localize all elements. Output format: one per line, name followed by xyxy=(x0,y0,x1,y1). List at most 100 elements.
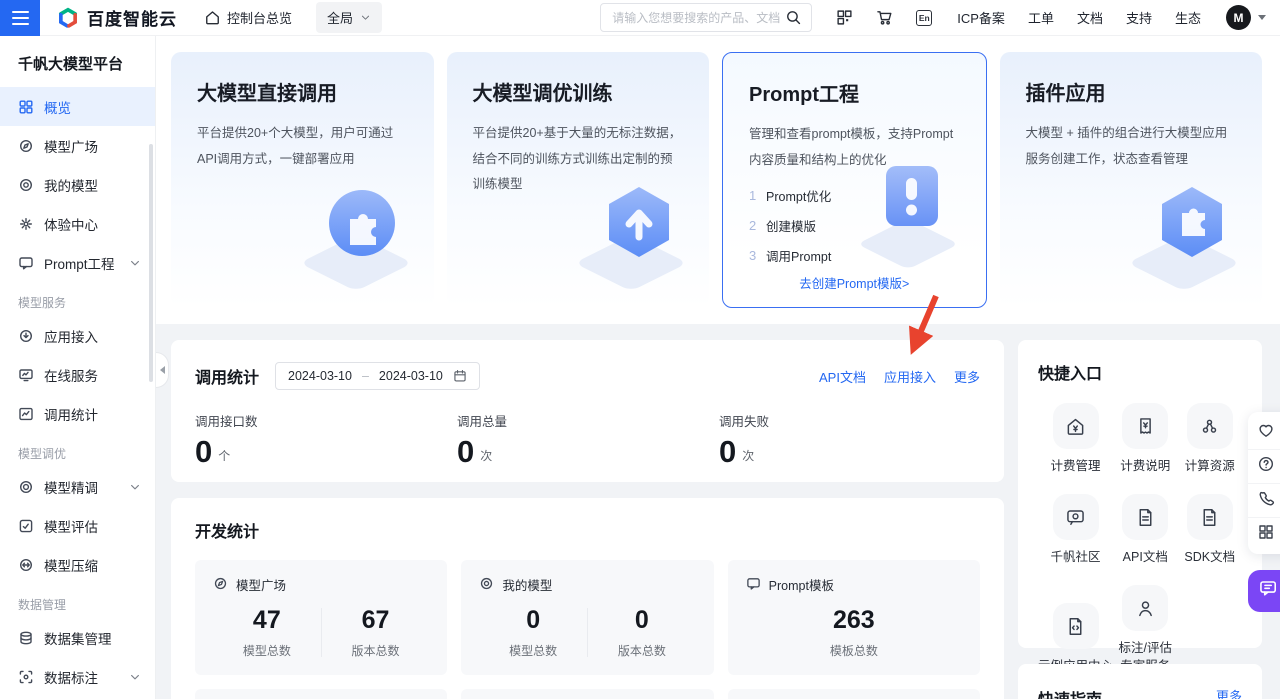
quick-entry-compute-resources[interactable]: 计算资源 xyxy=(1185,403,1235,475)
compass-icon xyxy=(213,576,228,594)
nav-link-ticket[interactable]: 工单 xyxy=(1028,8,1054,27)
promo-desc: 大模型 + 插件的组合进行大模型应用服务创建工作，状态查看管理 xyxy=(1026,121,1237,172)
nav-link-docs[interactable]: 文档 xyxy=(1077,8,1103,27)
favorites-button[interactable] xyxy=(1248,415,1280,449)
quick-entry-api-docs[interactable]: API文档 xyxy=(1122,494,1168,566)
nav-link-icp[interactable]: ICP备案 xyxy=(957,8,1005,27)
promo-title: 大模型调优训练 xyxy=(473,77,684,106)
person-icon xyxy=(1122,585,1168,631)
sidebar-item-experience-center[interactable]: 体验中心 xyxy=(0,204,155,243)
promo-title: Prompt工程 xyxy=(749,78,960,107)
phone-button[interactable] xyxy=(1248,483,1280,517)
compress-icon xyxy=(18,557,34,573)
date-range-picker[interactable]: 2024-03-10 – 2024-03-10 xyxy=(275,362,480,390)
scope-dropdown[interactable]: 全局 xyxy=(316,2,382,33)
search-icon[interactable] xyxy=(785,9,802,26)
apps-button[interactable] xyxy=(1248,517,1280,551)
promo-card-prompt-engineering[interactable]: Prompt工程 管理和查看prompt模板，支持Prompt内容质量和结构上的… xyxy=(722,52,987,308)
quick-entry-expert-service[interactable]: 标注/评估专家服务 xyxy=(1119,585,1172,675)
brand[interactable]: 百度智能云 xyxy=(57,5,177,30)
qr-code-icon[interactable] xyxy=(836,9,853,26)
tile-my-models[interactable]: 我的模型 0模型总数 0版本总数 xyxy=(461,560,713,675)
tile-prompt-templates[interactable]: Prompt模板 263模板总数 xyxy=(728,560,980,675)
promo-card-direct-call[interactable]: 大模型直接调用 平台提供20+个大模型，用户可通过API调用方式，一键部署应用 xyxy=(171,52,434,308)
tile-model-market[interactable]: 模型广场 47模型总数 67版本总数 xyxy=(195,560,447,675)
community-chat-icon xyxy=(1053,494,1099,540)
chevron-down-icon xyxy=(129,481,141,493)
quick-guide-more-link[interactable]: 更多 xyxy=(1216,686,1242,699)
main-content: 大模型直接调用 平台提供20+个大模型，用户可通过API调用方式，一键部署应用 … xyxy=(156,36,1280,699)
stat-call-interfaces: 调用接口数 0个 xyxy=(195,411,457,467)
quick-entry-qianfan-community[interactable]: 千帆社区 xyxy=(1051,494,1101,566)
sidebar-item-model-finetune[interactable]: 模型精调 xyxy=(0,467,155,506)
baidu-cloud-logo-icon xyxy=(57,7,79,29)
tile-sft[interactable]: SFT xyxy=(728,689,980,699)
sidebar-item-my-models[interactable]: 我的模型 xyxy=(0,165,155,204)
compass-icon xyxy=(18,138,34,154)
prompt-steps: 1Prompt优化 2创建模版 3调用Prompt xyxy=(749,186,960,265)
dev-statistics-title: 开发统计 xyxy=(195,518,980,542)
call-statistics-card: 调用统计 2024-03-10 – 2024-03-10 API文档 应用接入 … xyxy=(171,340,1004,482)
quick-entry-sdk-docs[interactable]: SDK文档 xyxy=(1184,494,1235,566)
call-statistics-title: 调用统计 xyxy=(195,364,259,388)
nodes-icon xyxy=(1187,403,1233,449)
sidebar-item-model-evaluation[interactable]: 模型评估 xyxy=(0,506,155,545)
api-docs-link[interactable]: API文档 xyxy=(819,367,866,386)
sidebar: 千帆大模型平台 概览 模型广场 我的模型 体验中心 Prompt工程 模型服务 … xyxy=(0,36,156,699)
scan-dot-icon xyxy=(18,669,34,685)
tile-online-service[interactable]: 在线服务 xyxy=(195,689,447,699)
brand-name: 百度智能云 xyxy=(87,5,177,30)
chat-support-button[interactable] xyxy=(1248,570,1280,612)
quick-guide-card: 快速指南 更多 xyxy=(1018,664,1262,699)
sidebar-item-call-statistics[interactable]: 调用统计 xyxy=(0,394,155,433)
top-navbar: 百度智能云 控制台总览 全局 En ICP备案 工单 文档 支持 生态 M xyxy=(0,0,1280,36)
nav-links: ICP备案 工单 文档 支持 生态 xyxy=(957,8,1201,27)
step-item: 2创建模版 xyxy=(749,216,960,235)
chevron-left-icon xyxy=(160,366,165,374)
promo-card-tuning-training[interactable]: 大模型调优训练 平台提供20+基于大量的无标注数据，结合不同的训练方式训练出定制… xyxy=(447,52,710,308)
app-access-link[interactable]: 应用接入 xyxy=(884,367,936,386)
sidebar-item-online-service[interactable]: 在线服务 xyxy=(0,355,155,394)
more-link[interactable]: 更多 xyxy=(954,367,980,386)
avatar[interactable]: M xyxy=(1226,5,1251,30)
quick-entry-billing-management[interactable]: 计费管理 xyxy=(1051,403,1101,475)
document-icon xyxy=(1122,494,1168,540)
quick-entry-billing-info[interactable]: 计费说明 xyxy=(1120,403,1170,475)
sidebar-item-dataset-management[interactable]: 数据集管理 xyxy=(0,618,155,657)
sidebar-item-overview[interactable]: 概览 xyxy=(0,87,155,126)
search-input[interactable] xyxy=(612,11,785,25)
chat-icon xyxy=(1258,578,1279,604)
account-menu[interactable]: M xyxy=(1226,5,1266,30)
sidebar-item-app-access[interactable]: 应用接入 xyxy=(0,316,155,355)
promo-title: 大模型直接调用 xyxy=(197,77,408,106)
chevron-down-icon xyxy=(360,12,371,23)
sidebar-scrollbar[interactable] xyxy=(149,144,153,382)
sidebar-item-data-annotation[interactable]: 数据标注 xyxy=(0,657,155,696)
quick-entry-card: 快捷入口 计费管理 计费说明 计算资源 xyxy=(1018,340,1262,648)
console-overview-link[interactable]: 控制台总览 xyxy=(204,8,292,27)
home-icon xyxy=(204,9,221,26)
step-item: 1Prompt优化 xyxy=(749,186,960,205)
nav-link-ecosystem[interactable]: 生态 xyxy=(1175,8,1201,27)
sidebar-group-data-management: 数据管理 xyxy=(0,584,155,618)
apps-grid-icon xyxy=(1257,523,1275,546)
sidebar-item-model-market[interactable]: 模型广场 xyxy=(0,126,155,165)
sidebar-item-model-compression[interactable]: 模型压缩 xyxy=(0,545,155,584)
flower-icon xyxy=(18,216,34,232)
model-icon xyxy=(479,576,494,594)
hamburger-menu-button[interactable] xyxy=(0,0,40,36)
promo-card-plugin-app[interactable]: 插件应用 大模型 + 插件的组合进行大模型应用服务创建工作，状态查看管理 xyxy=(1000,52,1263,308)
doc-check-icon xyxy=(18,518,34,534)
create-prompt-template-link[interactable]: 去创建Prompt模版> xyxy=(723,273,986,292)
chart-icon xyxy=(18,406,34,422)
chevron-down-icon xyxy=(1258,15,1266,20)
nav-link-support[interactable]: 支持 xyxy=(1126,8,1152,27)
help-button[interactable] xyxy=(1248,449,1280,483)
language-toggle-icon[interactable]: En xyxy=(916,10,932,26)
tile-post-pretrain[interactable]: Post-pretrain xyxy=(461,689,713,699)
hexagon-puzzle-illustration xyxy=(1112,171,1252,296)
sidebar-item-prompt-engineering[interactable]: Prompt工程 xyxy=(0,243,155,282)
stat-call-total: 调用总量 0次 xyxy=(457,411,719,467)
floating-toolbar xyxy=(1248,412,1280,554)
cart-icon[interactable] xyxy=(876,9,893,26)
